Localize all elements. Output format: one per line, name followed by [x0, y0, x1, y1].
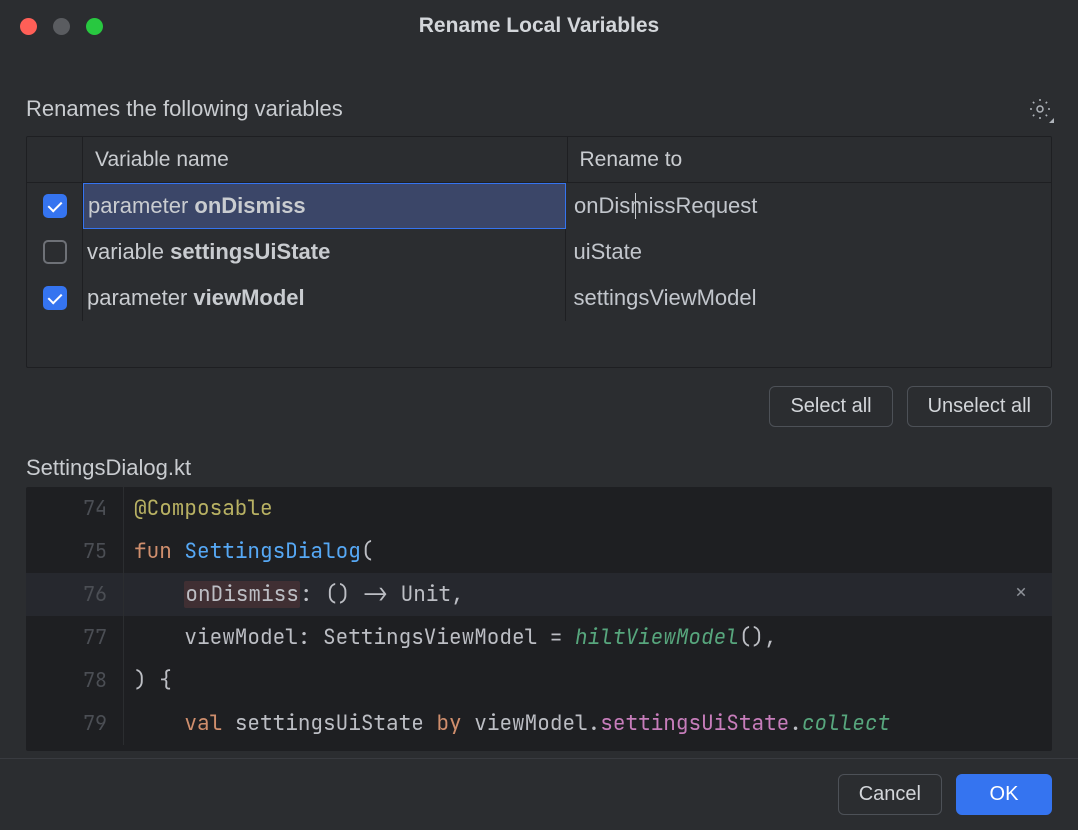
table-row[interactable]: variable settingsUiState uiState	[27, 229, 1051, 275]
code-preview[interactable]: ✕ 74 @Composable 75 fun SettingsDialog( …	[26, 487, 1052, 751]
rename-to-cell[interactable]: settingsViewModel	[566, 275, 1052, 321]
gutter-line-number: 77	[26, 616, 124, 659]
ok-button[interactable]: OK	[956, 774, 1052, 815]
gutter-line-number: 78	[26, 659, 124, 702]
table-row[interactable]: parameter viewModel settingsViewModel	[27, 275, 1051, 321]
window-title: Rename Local Variables	[0, 14, 1078, 38]
unselect-all-button[interactable]: Unselect all	[907, 386, 1052, 427]
row-checkbox[interactable]	[43, 194, 67, 218]
table-header: Variable name Rename to	[27, 137, 1051, 183]
table-row[interactable]: parameter onDismiss	[27, 183, 1051, 229]
dialog-footer: Cancel OK	[0, 758, 1078, 830]
minimize-window-button[interactable]	[53, 18, 70, 35]
zoom-window-button[interactable]	[86, 18, 103, 35]
variable-name-cell[interactable]: parameter onDismiss	[83, 183, 566, 229]
row-checkbox[interactable]	[43, 286, 67, 310]
close-icon[interactable]: ✕	[1006, 577, 1036, 607]
variable-name-cell[interactable]: variable settingsUiState	[83, 229, 566, 275]
traffic-lights	[0, 18, 103, 35]
gutter-line-number: 74	[26, 487, 124, 530]
row-checkbox[interactable]	[43, 240, 67, 264]
col-header-variable[interactable]: Variable name	[83, 137, 568, 182]
col-header-rename[interactable]: Rename to	[568, 137, 1052, 182]
close-window-button[interactable]	[20, 18, 37, 35]
rename-to-cell[interactable]	[566, 183, 1051, 229]
table-empty-row	[27, 321, 1051, 367]
rename-to-cell[interactable]: uiState	[566, 229, 1052, 275]
rename-table: Variable name Rename to parameter onDism…	[26, 136, 1052, 368]
gutter-line-number: 76	[26, 573, 124, 616]
rename-input[interactable]	[574, 183, 1051, 229]
titlebar: Rename Local Variables	[0, 0, 1078, 52]
variable-name-cell[interactable]: parameter viewModel	[83, 275, 566, 321]
gutter-line-number: 75	[26, 530, 124, 573]
dialog-subtitle: Renames the following variables	[26, 96, 343, 122]
gear-icon[interactable]	[1028, 97, 1052, 121]
text-caret	[635, 193, 636, 219]
select-all-button[interactable]: Select all	[769, 386, 892, 427]
filename-label: SettingsDialog.kt	[26, 455, 1052, 481]
cancel-button[interactable]: Cancel	[838, 774, 942, 815]
gutter-line-number: 79	[26, 702, 124, 745]
